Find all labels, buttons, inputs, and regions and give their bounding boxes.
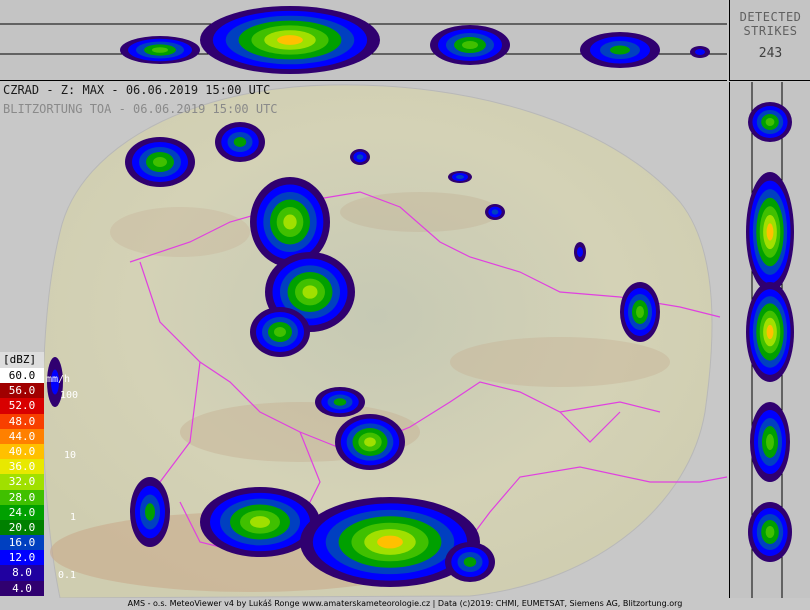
echo-cell	[766, 324, 774, 340]
rain-mark-1: 1	[70, 512, 77, 523]
echo-cell	[364, 437, 376, 447]
legend-level: 44.0	[0, 428, 44, 444]
radar-map[interactable]	[0, 82, 727, 598]
legend-level: 24.0	[0, 504, 44, 520]
echo-cell	[610, 45, 630, 55]
echo-cell	[283, 214, 297, 230]
legend-level: 40.0	[0, 443, 44, 460]
radar-title: CZRAD - Z: MAX - 06.06.2019 15:00 UTC	[3, 83, 271, 97]
echo-cell	[636, 306, 644, 318]
top-profile-graphic	[0, 6, 727, 74]
echo-cell	[153, 157, 167, 167]
strikes-label-2: STRIKES	[743, 24, 798, 38]
footer-credits: AMS - o.s. MeteoViewer v4 by Lukáš Ronge…	[0, 598, 810, 610]
strikes-label-1: DETECTED	[739, 10, 802, 24]
legend-unit: [dBZ]	[0, 352, 44, 368]
echo-cell	[766, 223, 774, 241]
top-height-profile	[0, 0, 727, 81]
legend-level: 20.0	[0, 519, 44, 536]
echo-cell	[765, 526, 775, 538]
echo-cell	[377, 535, 403, 549]
echo-cell	[356, 154, 364, 160]
rain-unit: mm/h	[46, 374, 71, 385]
echo-cell	[577, 247, 583, 257]
echo-cell	[277, 35, 303, 45]
echo-cell	[765, 118, 775, 126]
echo-cell	[333, 398, 347, 406]
legend-level: 32.0	[0, 474, 44, 490]
rain-mark-100: 100	[60, 390, 79, 401]
lightning-title: BLITZORTUNG TOA - 06.06.2019 15:00 UTC	[3, 102, 278, 116]
strike-counter: DETECTED STRIKES 243	[729, 0, 810, 81]
legend-level: 52.0	[0, 398, 44, 414]
side-height-profile	[729, 82, 810, 598]
echo-cell	[766, 434, 774, 450]
dbz-legend: [dBZ] 60.0 56.0 52.0 48.0 44.0 40.0 36.0 32.0 28…	[0, 352, 44, 596]
echo-cell	[233, 137, 247, 147]
echo-cell	[462, 41, 478, 49]
echo-cell	[463, 557, 477, 567]
rain-mark-0.1: 0.1	[58, 570, 77, 581]
legend-level: 12.0	[0, 550, 44, 566]
echo-cell	[456, 175, 464, 179]
legend-level: 48.0	[0, 413, 44, 429]
legend-level: 56.0	[0, 383, 44, 399]
strikes-count: 243	[758, 46, 783, 61]
legend-level: 16.0	[0, 535, 44, 551]
side-profile-graphic	[746, 82, 794, 598]
legend-level: 28.0	[0, 489, 44, 505]
echo-cell	[145, 503, 155, 521]
radar-map-graphic	[42, 84, 727, 598]
legend-level: 8.0	[0, 565, 44, 581]
legend-level: 4.0	[0, 580, 44, 596]
echo-cell	[274, 327, 286, 337]
echo-cell	[152, 47, 168, 53]
rain-mark-10: 10	[64, 450, 77, 461]
echo-cell	[491, 209, 499, 215]
echo-cell	[250, 516, 270, 528]
echo-cell	[695, 49, 705, 55]
echo-cell	[302, 285, 318, 299]
legend-level: 60.0	[0, 368, 44, 384]
legend-level: 36.0	[0, 459, 44, 475]
